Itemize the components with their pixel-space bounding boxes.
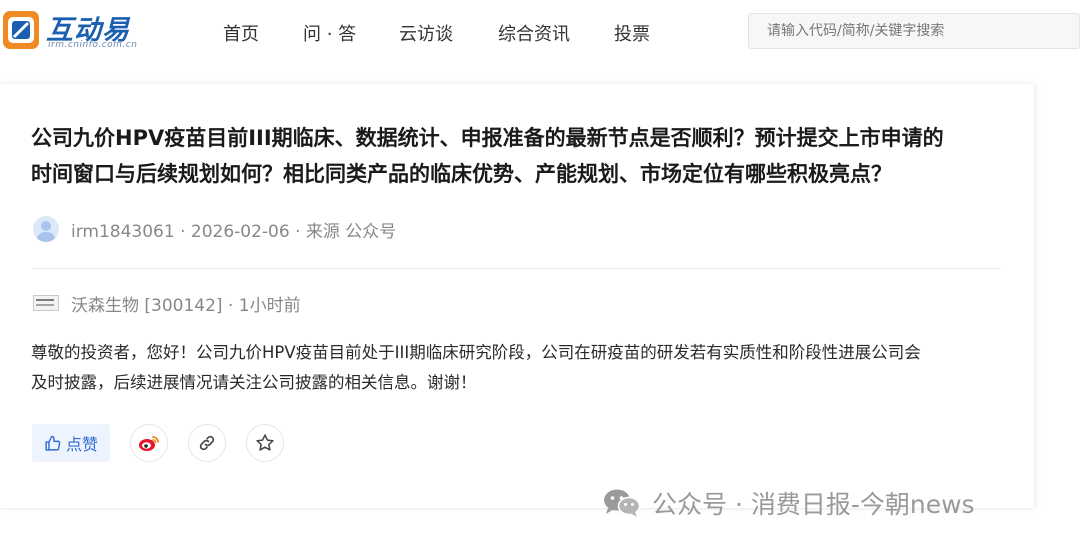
weibo-icon [139, 436, 159, 451]
link-icon [199, 435, 215, 451]
answer-text-line: 及时披露，后续进展情况请关注公司披露的相关信息。谢谢！ [31, 373, 477, 392]
nav-cloud-interview[interactable]: 云访谈 [399, 20, 453, 46]
like-button[interactable]: 点赞 [32, 424, 110, 462]
top-header: 互动易 irm.cninfo.com.cn 首页 问 · 答 云访谈 综合资讯 … [0, 0, 1080, 64]
wechat-icon [604, 489, 641, 517]
share-weibo-button[interactable] [130, 424, 168, 462]
watermark-text: 公众号 · 消费日报-今朝news [652, 490, 975, 519]
nav-home[interactable]: 首页 [223, 20, 259, 46]
answer-text: 尊敬的投资者，您好！公司九价HPV疫苗目前处于III期临床研究阶段，公司在研疫苗… [31, 338, 1011, 398]
question-meta-text: irm1843061 · 2026-02-06 · 来源 公众号 [71, 221, 397, 242]
question-title-line: 时间窗口与后续规划如何？相比同类产品的临床优势、产能规划、市场定位有哪些积极亮点… [31, 162, 892, 186]
copy-link-button[interactable] [188, 424, 226, 462]
thumbs-up-icon [45, 435, 61, 451]
answer-company-text[interactable]: 沃森生物 [300142] · 1小时前 [71, 291, 301, 316]
logo-icon [3, 11, 39, 49]
question-title-line: 公司九价HPV疫苗目前III期临床、数据统计、申报准备的最新节点是否顺利？预计提… [31, 126, 944, 150]
question-title: 公司九价HPV疫苗目前III期临床、数据统计、申报准备的最新节点是否顺利？预计提… [31, 120, 1021, 192]
search-box [748, 13, 1080, 49]
site-logo[interactable]: 互动易 irm.cninfo.com.cn [2, 10, 152, 54]
logo-url: irm.cninfo.com.cn [48, 40, 138, 50]
avatar [33, 216, 59, 242]
search-input[interactable] [749, 14, 1067, 48]
favorite-button[interactable] [246, 424, 284, 462]
divider [33, 268, 1001, 269]
nav-vote[interactable]: 投票 [614, 20, 650, 46]
like-label: 点赞 [65, 435, 98, 454]
answer-company: 沃森生物 [300142] · 1小时前 [33, 289, 301, 317]
nav-news[interactable]: 综合资讯 [498, 20, 570, 46]
company-logo-icon [33, 295, 59, 311]
star-icon [256, 434, 274, 451]
watermark: 公众号 · 消费日报-今朝news [602, 485, 975, 521]
nav-qa[interactable]: 问 · 答 [303, 20, 356, 46]
answer-text-line: 尊敬的投资者，您好！公司九价HPV疫苗目前处于III期临床研究阶段，公司在研疫苗… [31, 343, 921, 362]
question-meta: irm1843061 · 2026-02-06 · 来源 公众号 [33, 214, 396, 244]
